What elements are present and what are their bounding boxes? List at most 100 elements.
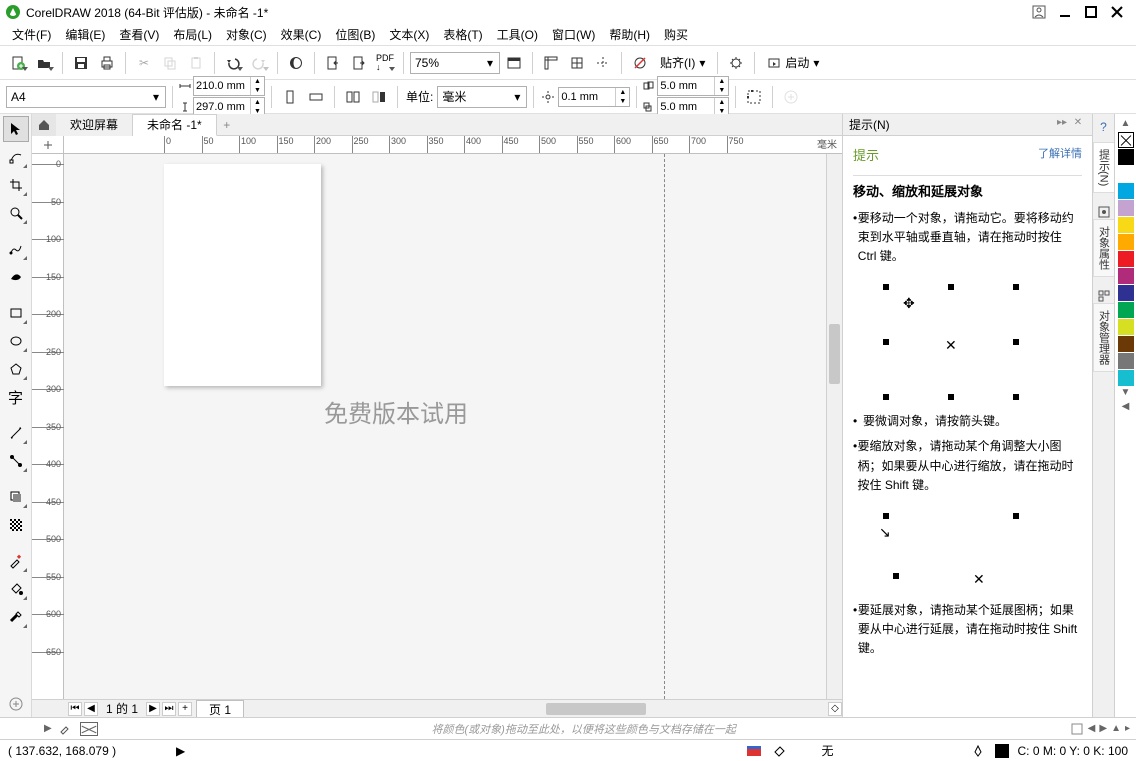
save-button[interactable]: [69, 51, 93, 75]
ellipse-tool[interactable]: [3, 328, 29, 354]
eyedropper-tool[interactable]: [3, 548, 29, 574]
publish-pdf-button[interactable]: PDF↓: [373, 51, 397, 75]
show-rulers-button[interactable]: [539, 51, 563, 75]
no-color-swatch[interactable]: [1118, 132, 1134, 148]
crop-tool[interactable]: [3, 172, 29, 198]
color-swatch[interactable]: [1118, 183, 1134, 199]
docker-tab-manager[interactable]: 对象管理器: [1093, 303, 1115, 372]
user-icon[interactable]: [1026, 3, 1052, 21]
document-tab[interactable]: 未命名 -1*: [133, 114, 217, 136]
print-button[interactable]: [95, 51, 119, 75]
status-next-icon[interactable]: ▶: [176, 744, 185, 758]
palette-right-arrow2[interactable]: ▶: [1099, 723, 1107, 734]
menu-bitmap[interactable]: 位图(B): [329, 24, 381, 45]
text-tool[interactable]: 字: [3, 384, 29, 410]
portrait-button[interactable]: [278, 85, 302, 109]
menu-text[interactable]: 文本(X): [383, 24, 435, 45]
current-page-button[interactable]: [367, 85, 391, 109]
spin-up[interactable]: ▲: [714, 98, 728, 107]
add-page-button[interactable]: +: [178, 702, 192, 716]
undo-button[interactable]: [221, 51, 245, 75]
pick-tool[interactable]: [3, 116, 29, 142]
outline-color-swatch[interactable]: [995, 744, 1009, 758]
docker-tab-hints[interactable]: 提示(N): [1093, 142, 1115, 193]
connector-tool[interactable]: [3, 448, 29, 474]
spin-up[interactable]: ▲: [615, 88, 629, 97]
drop-shadow-tool[interactable]: [3, 484, 29, 510]
color-swatch[interactable]: [1118, 353, 1134, 369]
snap-off-button[interactable]: [628, 51, 652, 75]
help-icon[interactable]: ?: [1096, 120, 1112, 136]
docker-tab-properties[interactable]: 对象属性: [1093, 219, 1115, 277]
fullscreen-preview-button[interactable]: [502, 51, 526, 75]
rectangle-tool[interactable]: [3, 300, 29, 326]
horizontal-ruler[interactable]: 0501001502002503003504004505005506006507…: [32, 136, 842, 154]
navigator-button[interactable]: ◇: [828, 702, 842, 716]
guide-line[interactable]: [664, 154, 665, 699]
vertical-scrollbar[interactable]: [826, 154, 842, 699]
search-content-button[interactable]: [284, 51, 308, 75]
palette-left-arrow[interactable]: ◀: [1088, 723, 1096, 734]
last-page-button[interactable]: ⏭: [162, 702, 176, 716]
no-color-swatch[interactable]: [80, 722, 98, 736]
learn-more-link[interactable]: 了解详情: [1038, 146, 1082, 164]
new-tab-button[interactable]: +: [217, 118, 237, 132]
color-swatch[interactable]: [1118, 149, 1134, 165]
close-button[interactable]: [1104, 3, 1130, 21]
menu-buy[interactable]: 购买: [658, 24, 694, 45]
launch-button[interactable]: 启动 ▾: [761, 51, 825, 75]
next-page-button[interactable]: ▶: [146, 702, 160, 716]
ruler-origin[interactable]: [32, 136, 64, 154]
menu-help[interactable]: 帮助(H): [603, 24, 656, 45]
menu-file[interactable]: 文件(F): [6, 24, 57, 45]
artistic-media-tool[interactable]: [3, 264, 29, 290]
color-swatch[interactable]: [1118, 336, 1134, 352]
color-swatch[interactable]: [1118, 370, 1134, 386]
polygon-tool[interactable]: [3, 356, 29, 382]
new-button[interactable]: [6, 51, 30, 75]
color-swatch[interactable]: [1118, 217, 1134, 233]
menu-edit[interactable]: 编辑(E): [59, 24, 111, 45]
docker-collapse-button[interactable]: ▸▸: [1054, 117, 1070, 133]
menu-object[interactable]: 对象(C): [220, 24, 273, 45]
snap-to-button[interactable]: 贴齐(I) ▾: [654, 51, 711, 75]
minimize-button[interactable]: [1052, 3, 1078, 21]
fill-indicator-icon[interactable]: [771, 743, 789, 759]
spin-up[interactable]: ▲: [250, 77, 264, 86]
palette-flyout-button[interactable]: ◀: [1122, 401, 1130, 415]
color-swatch[interactable]: [1118, 302, 1134, 318]
nudge-input[interactable]: ▲▼: [558, 87, 630, 107]
spin-up[interactable]: ▲: [250, 98, 264, 107]
canvas[interactable]: 免费版本试用: [64, 154, 826, 699]
prev-page-button[interactable]: ◀: [84, 702, 98, 716]
first-page-button[interactable]: ⏮: [68, 702, 82, 716]
welcome-tab-home[interactable]: [32, 114, 56, 136]
paper-size-combo[interactable]: A4 ▾: [6, 86, 166, 108]
show-grid-button[interactable]: [565, 51, 589, 75]
palette-up-arrow[interactable]: ▲: [1111, 723, 1121, 734]
color-swatch[interactable]: [1118, 234, 1134, 250]
options-button[interactable]: [724, 51, 748, 75]
palette-down-button[interactable]: ▼: [1121, 387, 1131, 401]
menu-view[interactable]: 查看(V): [113, 24, 165, 45]
color-swatch[interactable]: [1118, 285, 1134, 301]
doc-swatch-icon[interactable]: [1070, 722, 1084, 736]
color-swatch[interactable]: [1118, 200, 1134, 216]
palette-up-button[interactable]: ▲: [1121, 118, 1131, 132]
import-button[interactable]: [321, 51, 345, 75]
spin-up[interactable]: ▲: [714, 77, 728, 86]
color-swatch[interactable]: [1118, 268, 1134, 284]
dimension-tool[interactable]: [3, 420, 29, 446]
color-swatch[interactable]: [1118, 251, 1134, 267]
zoom-tool[interactable]: [3, 200, 29, 226]
freehand-tool[interactable]: [3, 236, 29, 262]
outline-tool[interactable]: [3, 604, 29, 630]
open-button[interactable]: [32, 51, 56, 75]
fill-tool[interactable]: [3, 576, 29, 602]
spin-down[interactable]: ▼: [615, 97, 629, 106]
color-proof-icon[interactable]: [745, 743, 763, 759]
menu-effect[interactable]: 效果(C): [275, 24, 328, 45]
horizontal-scrollbar[interactable]: [246, 702, 826, 716]
zoom-combo[interactable]: 75% ▾: [410, 52, 500, 74]
menu-table[interactable]: 表格(T): [437, 24, 488, 45]
